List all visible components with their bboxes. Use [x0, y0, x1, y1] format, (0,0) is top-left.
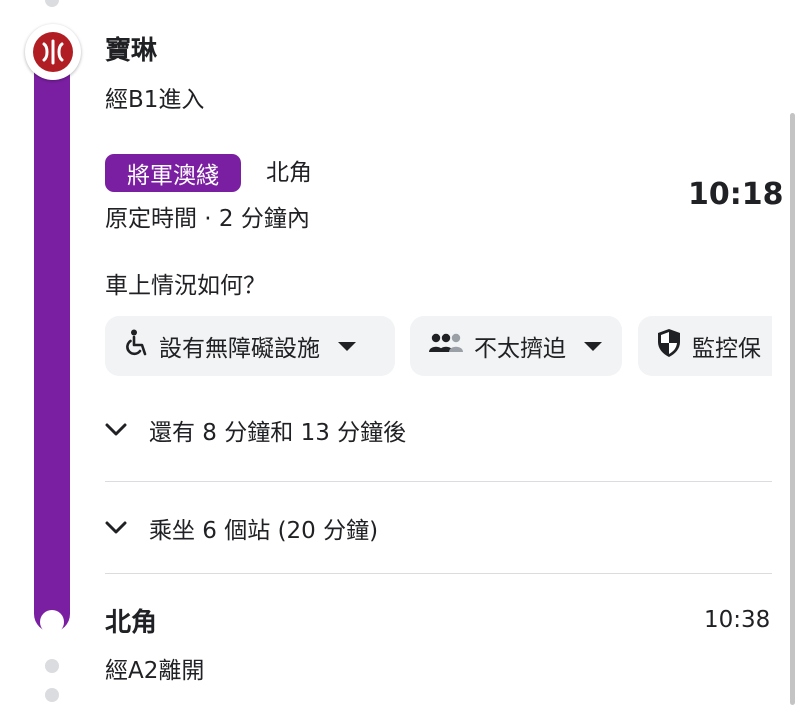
crowding-chip[interactable]: 不太擠迫 — [410, 316, 622, 376]
destination-stop-marker — [40, 610, 64, 634]
line-direction: 北角 — [266, 160, 312, 186]
later-departures-text: 還有 8 分鐘和 13 分鐘後 — [149, 420, 407, 446]
schedule-status: 原定時間 · 2 分鐘內 — [105, 206, 310, 232]
arrival-time: 10:38 — [704, 607, 771, 633]
departure-time: 10:18 — [688, 177, 784, 212]
line-badge: 將軍澳綫 — [105, 154, 241, 192]
scrollbar[interactable] — [790, 113, 795, 705]
shield-icon — [656, 328, 682, 364]
crowding-chip-label: 不太擠迫 — [474, 336, 566, 362]
timeline-dot-bottom — [45, 688, 59, 702]
people-icon — [428, 332, 464, 360]
route-line — [34, 52, 70, 632]
chevron-down-icon — [105, 515, 127, 541]
accessibility-chip[interactable]: 設有無障礙設施 — [105, 316, 395, 376]
mtr-logo-icon — [33, 32, 73, 72]
origin-entrance: 經B1進入 — [105, 87, 205, 113]
timeline-dot-top — [45, 0, 59, 7]
chevron-down-icon — [338, 341, 356, 351]
later-departures-expander[interactable]: 還有 8 分鐘和 13 分鐘後 — [105, 405, 406, 455]
ride-summary-expander[interactable]: 乘坐 6 個站 (20 分鐘) — [105, 503, 378, 553]
divider — [105, 573, 772, 574]
chevron-down-icon — [105, 417, 127, 443]
security-chip-label: 監控保 — [692, 336, 761, 362]
divider — [105, 481, 772, 482]
destination-exit: 經A2離開 — [105, 658, 205, 684]
security-chip[interactable]: 監控保 — [638, 316, 772, 376]
timeline-dot-bottom — [45, 659, 59, 673]
wheelchair-icon — [123, 329, 149, 363]
origin-station-name: 寶琳 — [105, 36, 158, 66]
crowd-question: 車上情況如何？ — [105, 273, 266, 299]
mtr-logo-badge — [25, 24, 81, 80]
accessibility-chip-label: 設有無障礙設施 — [159, 336, 320, 362]
feedback-chips: 設有無障礙設施 不太擠迫 監控保 — [105, 316, 772, 376]
ride-summary-text: 乘坐 6 個站 (20 分鐘) — [149, 518, 379, 544]
chevron-down-icon — [584, 341, 602, 351]
destination-station-name: 北角 — [105, 608, 158, 638]
